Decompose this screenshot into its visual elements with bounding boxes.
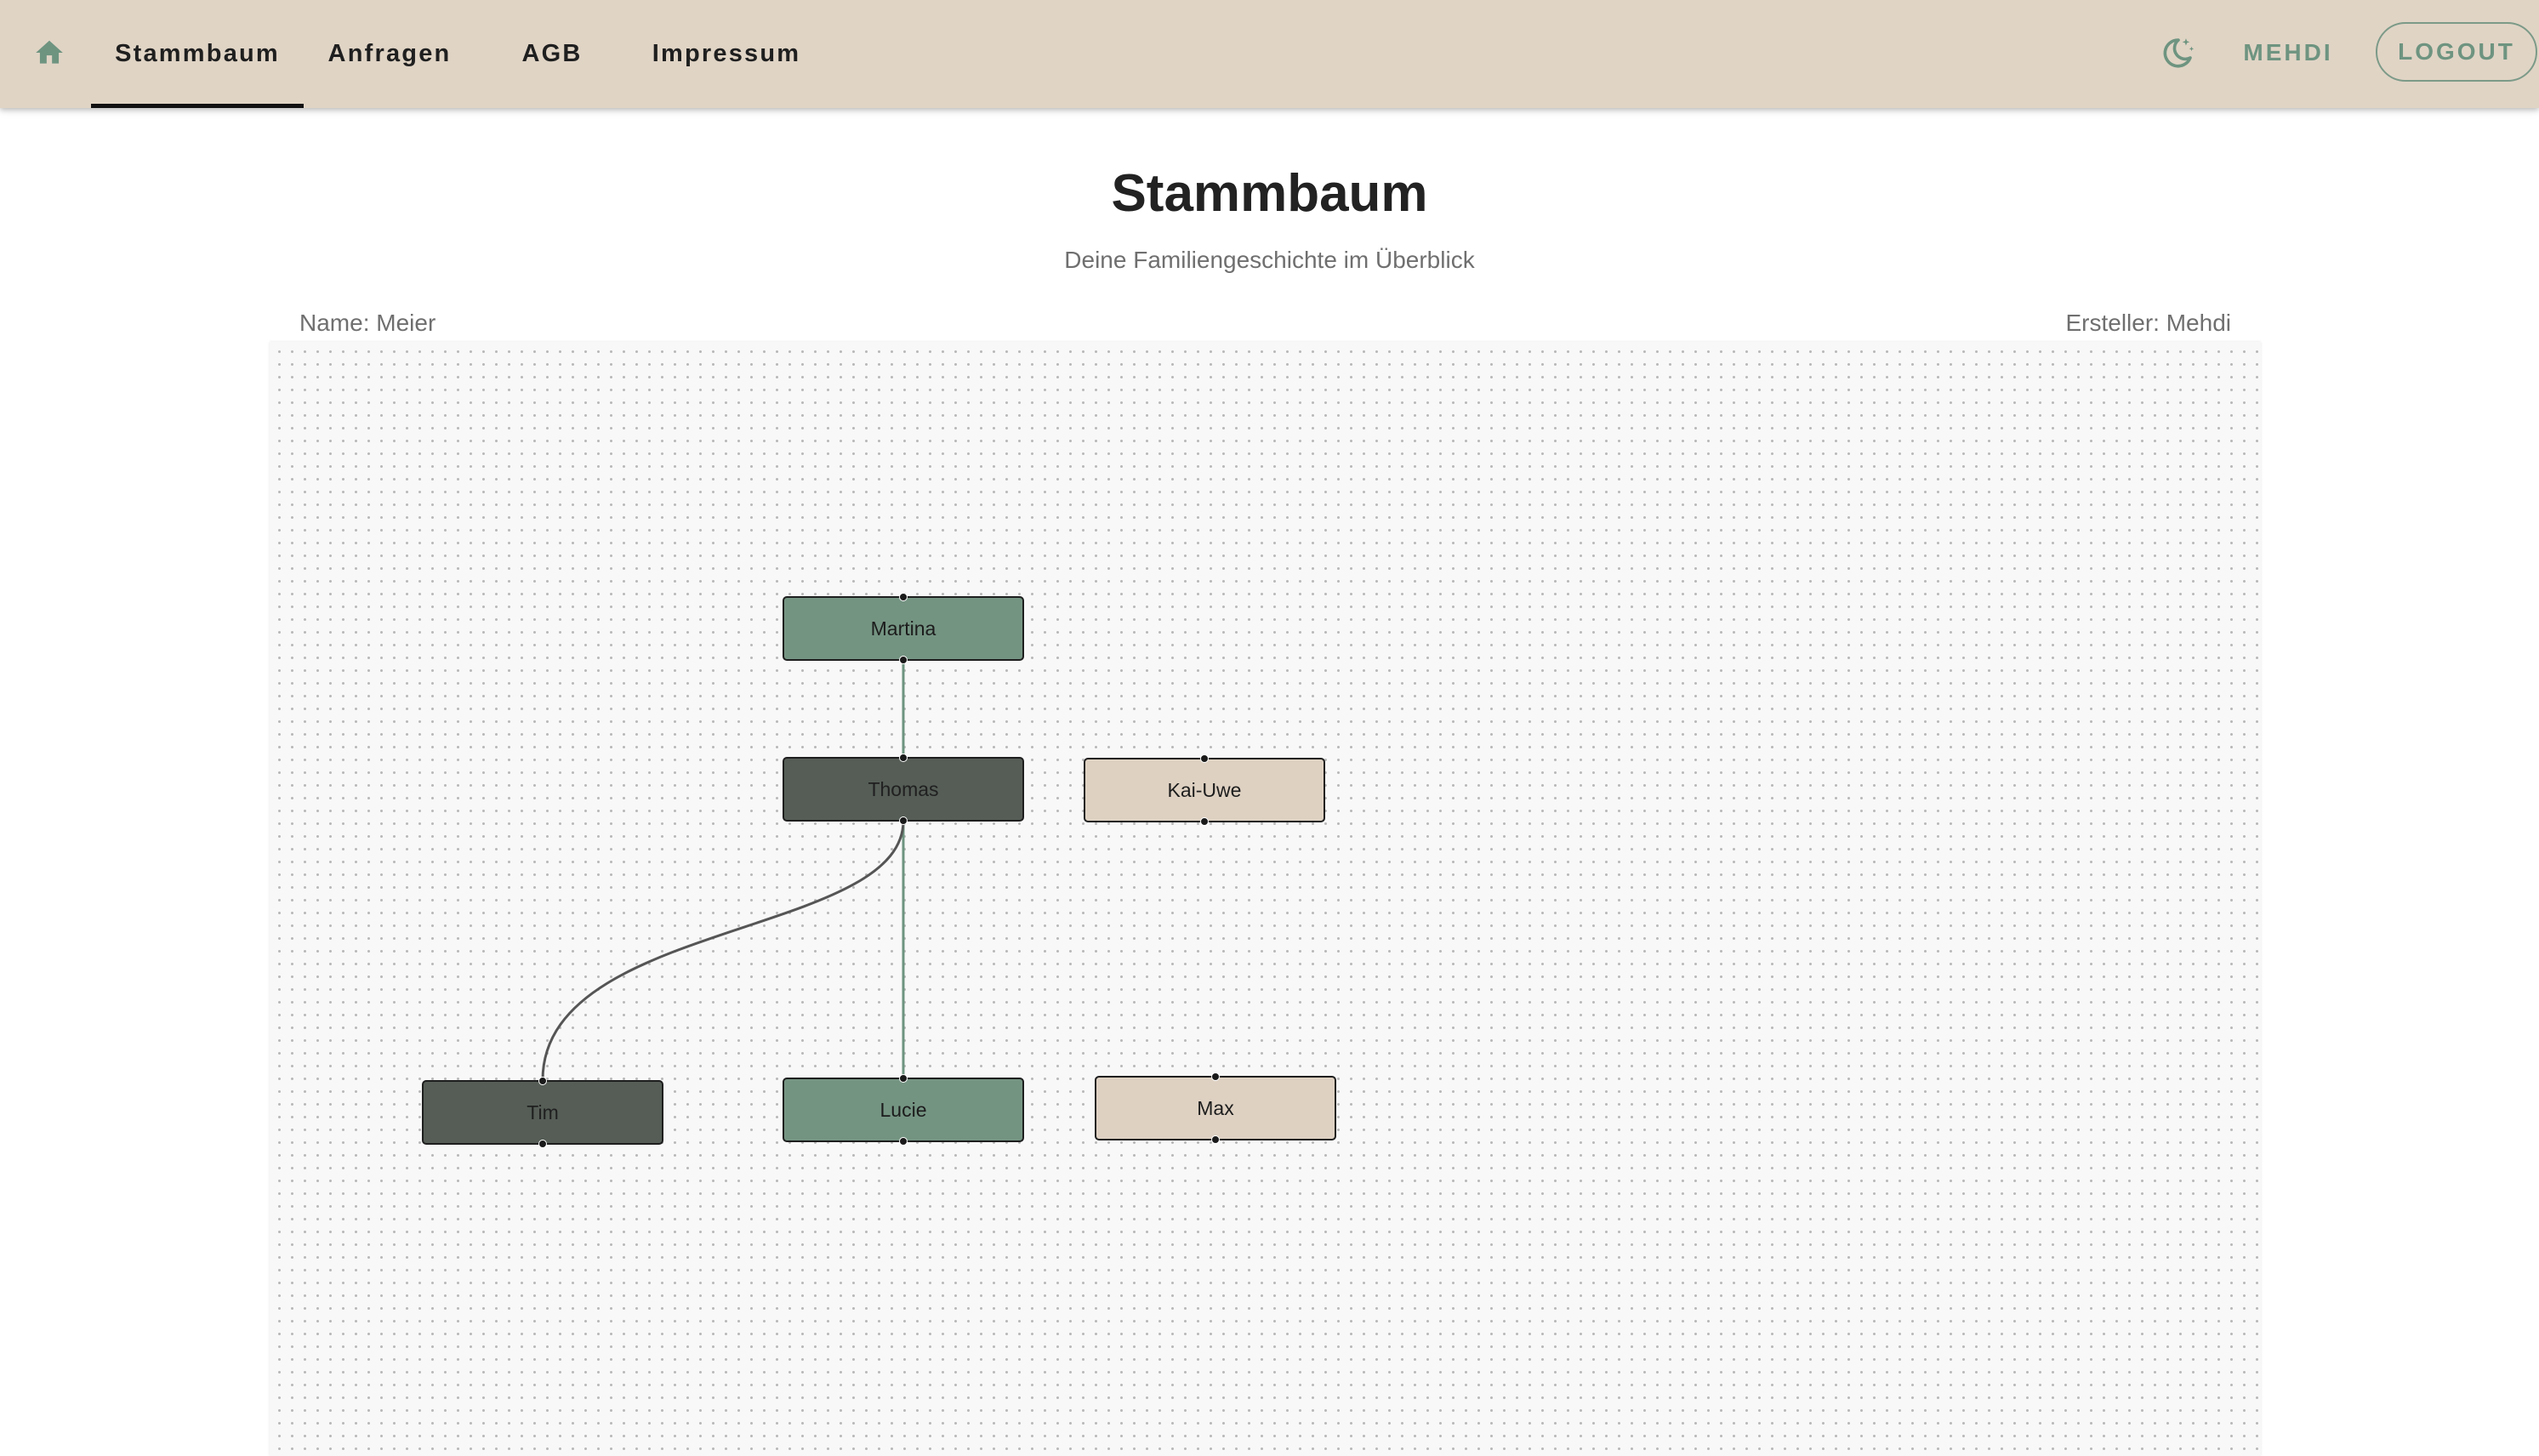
tab-impressum-label: Impressum <box>652 40 801 67</box>
tree-node-label: Kai-Uwe <box>1167 778 1242 801</box>
node-handle-bottom[interactable] <box>1211 1135 1220 1144</box>
logout-label: LOGOUT <box>2398 38 2515 65</box>
node-handle-bottom[interactable] <box>899 1137 908 1146</box>
home-button[interactable] <box>26 31 73 78</box>
node-handle-top[interactable] <box>899 754 908 762</box>
family-tree-canvas[interactable]: Martina Thomas Kai-Uwe Tim Lucie Max <box>270 342 2261 1456</box>
node-handle-top[interactable] <box>899 1074 908 1083</box>
tree-node-label: Lucie <box>880 1098 927 1121</box>
node-handle-bottom[interactable] <box>899 816 908 825</box>
tab-impressum[interactable]: Impressum <box>629 0 824 108</box>
theme-toggle-button[interactable] <box>2152 29 2203 80</box>
tree-node-max[interactable]: Max <box>1095 1072 1336 1144</box>
node-handle-top[interactable] <box>1200 754 1209 763</box>
tree-node-label: Max <box>1197 1096 1234 1119</box>
node-handle-bottom[interactable] <box>538 1140 547 1148</box>
moon-stars-icon <box>2158 33 2197 77</box>
tree-node-kai-uwe[interactable]: Kai-Uwe <box>1084 754 1325 826</box>
node-handle-top[interactable] <box>538 1077 547 1085</box>
tree-edges <box>541 660 905 1081</box>
tree-node-thomas[interactable]: Thomas <box>783 754 1024 825</box>
tree-node-label: Martina <box>870 617 936 640</box>
tab-stammbaum-label: Stammbaum <box>115 40 280 67</box>
top-app-bar: Stammbaum Anfragen AGB Impressum MEHDI L… <box>0 0 2539 108</box>
user-profile-button[interactable]: MEHDI <box>2230 26 2346 80</box>
tree-name: Name: Meier <box>299 310 436 336</box>
page-title: Stammbaum <box>1111 164 1428 223</box>
tree-node-martina[interactable]: Martina <box>783 593 1024 664</box>
tab-anfragen-label: Anfragen <box>327 40 452 67</box>
home-icon <box>32 37 66 73</box>
node-handle-bottom[interactable] <box>1200 817 1209 826</box>
tree-node-tim[interactable]: Tim <box>422 1077 663 1148</box>
app-root: Stammbaum Anfragen AGB Impressum MEHDI L… <box>0 0 2539 1456</box>
logout-button[interactable]: LOGOUT <box>2376 22 2537 82</box>
tab-agb-label: AGB <box>521 40 583 67</box>
page-subtitle: Deine Familiengeschichte im Überblick <box>1064 247 1475 273</box>
node-handle-bottom[interactable] <box>899 656 908 664</box>
user-name: MEHDI <box>2243 39 2333 65</box>
node-handle-top[interactable] <box>899 593 908 601</box>
tab-stammbaum[interactable]: Stammbaum <box>91 0 304 108</box>
edge-thomas-tim[interactable] <box>541 820 905 1081</box>
tree-node-label: Tim <box>527 1101 559 1123</box>
tree-node-label: Thomas <box>868 777 939 800</box>
tree-node-lucie[interactable]: Lucie <box>783 1074 1024 1146</box>
tab-agb[interactable]: AGB <box>475 0 629 108</box>
tree-creator: Ersteller: Mehdi <box>2065 310 2231 336</box>
node-handle-top[interactable] <box>1211 1072 1220 1081</box>
tab-anfragen[interactable]: Anfragen <box>304 0 475 108</box>
